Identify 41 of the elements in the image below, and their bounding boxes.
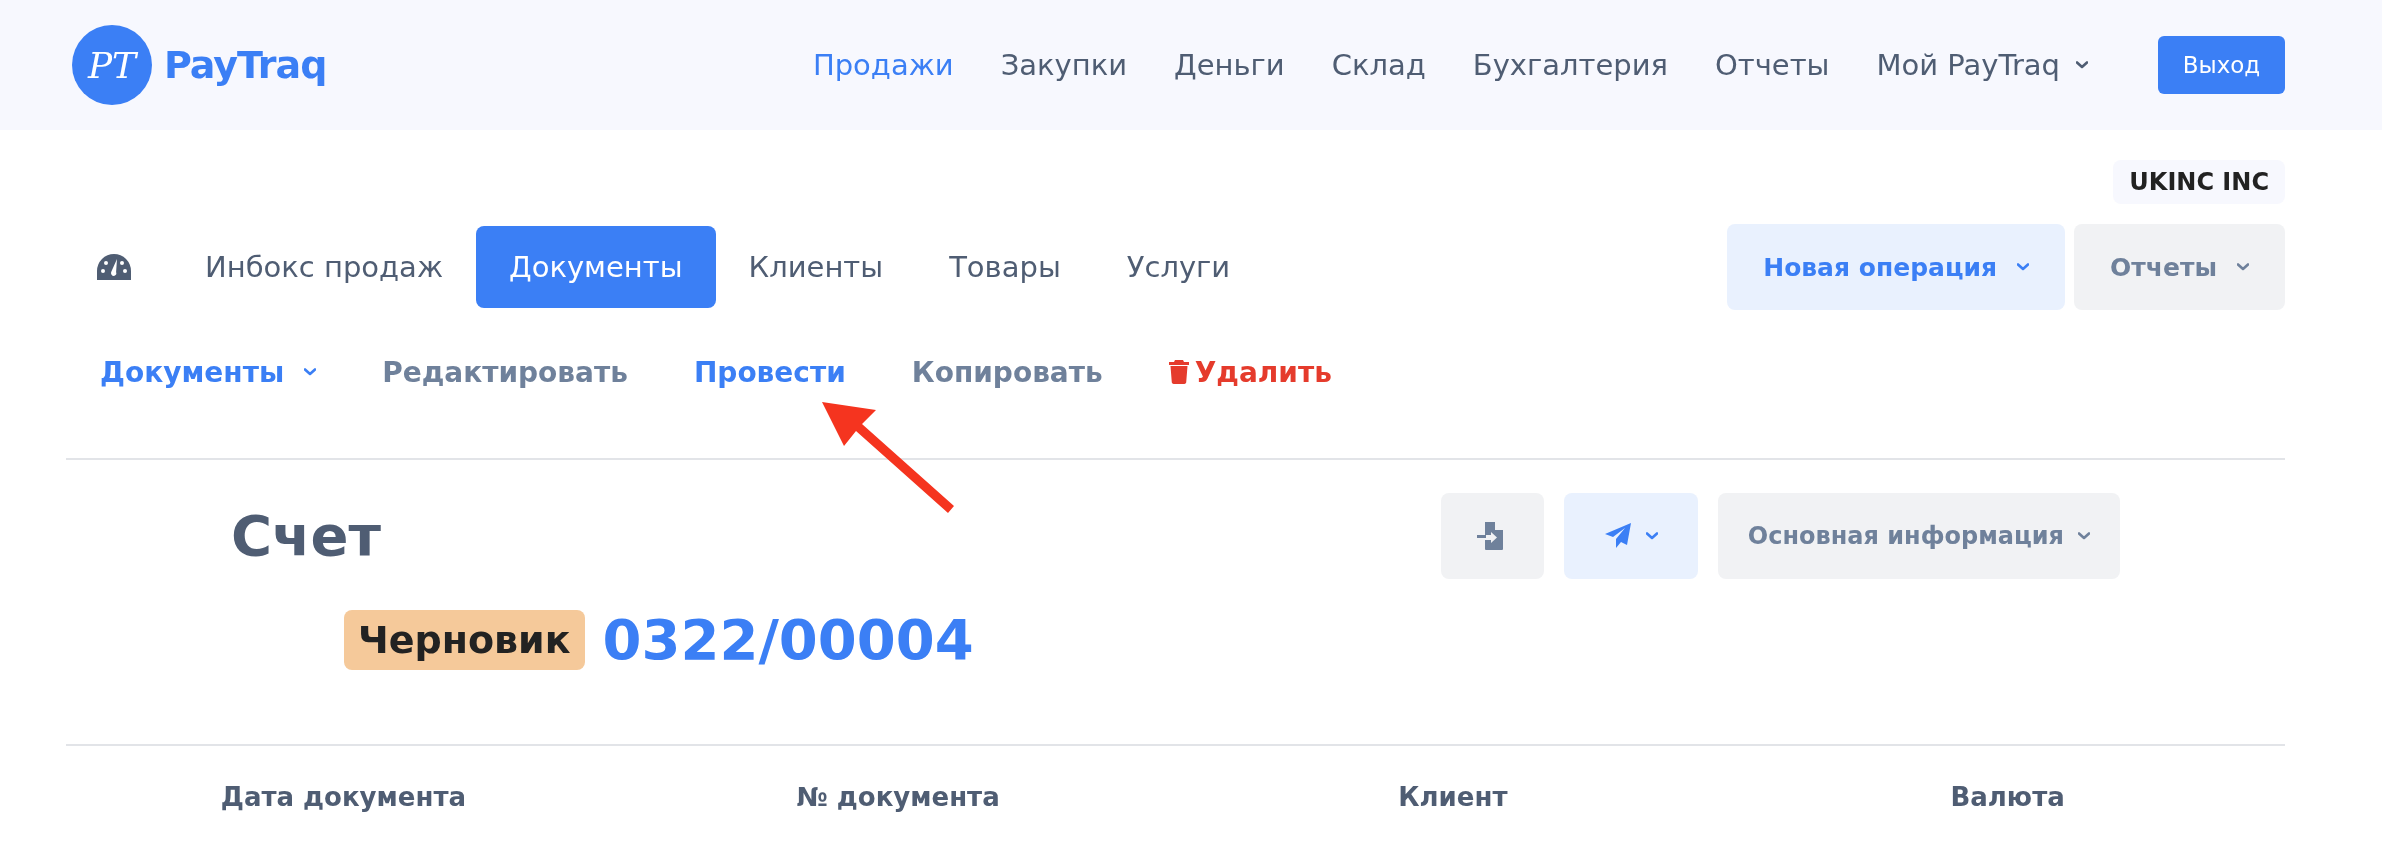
delete-link[interactable]: Удалить xyxy=(1168,355,1332,389)
nav-link[interactable]: Мой PayTraq xyxy=(1876,48,2088,82)
tab[interactable]: Документы xyxy=(476,226,716,308)
nav-link[interactable]: Закупки xyxy=(1000,48,1127,82)
nav-link[interactable]: Деньги xyxy=(1174,48,1285,82)
dropdown-button[interactable]: Новая операция xyxy=(1727,224,2066,310)
nav-link[interactable]: Склад xyxy=(1331,48,1426,82)
nav-link[interactable]: Бухгалтерия xyxy=(1472,48,1668,82)
trash-icon xyxy=(1168,360,1189,384)
dashboard-gauge-icon[interactable] xyxy=(96,252,132,282)
dropdown-button[interactable]: Отчеты xyxy=(2074,224,2285,310)
document-number: 0322/00004 xyxy=(602,607,974,672)
tab[interactable]: Товары xyxy=(916,226,1094,308)
action-link[interactable]: Провести xyxy=(693,355,846,389)
logo-wordmark[interactable]: PayTraq xyxy=(164,43,327,87)
document-title: Счет xyxy=(230,502,382,570)
logout-button[interactable]: Выход xyxy=(2158,36,2285,94)
column-header: № документа xyxy=(796,782,1000,812)
logo-mark[interactable]: PT xyxy=(72,25,152,105)
documents-menu[interactable]: Документы xyxy=(100,355,317,389)
tab[interactable]: Инбокс продаж xyxy=(172,226,477,308)
caret-icon xyxy=(2017,263,2030,271)
status-badge: Черновик xyxy=(344,609,585,670)
action-link[interactable]: Редактировать xyxy=(382,355,628,389)
tab[interactable]: Клиенты xyxy=(715,226,917,308)
paper-plane-icon xyxy=(1603,522,1632,550)
tab[interactable]: Услуги xyxy=(1093,226,1264,308)
column-header: Клиент xyxy=(1398,782,1508,812)
action-link[interactable]: Копировать xyxy=(911,355,1103,389)
company-badge: UKINC INC xyxy=(2113,160,2285,204)
caret-icon xyxy=(1645,532,1658,540)
nav-link[interactable]: Продажи xyxy=(812,48,954,82)
caret-icon xyxy=(2237,263,2249,271)
import-button[interactable] xyxy=(1440,493,1544,579)
caret-icon xyxy=(2078,532,2090,540)
section-dropdown[interactable]: Основная информация xyxy=(1717,493,2120,579)
column-header: Дата документа xyxy=(220,782,466,812)
column-header: Валюта xyxy=(1950,782,2065,812)
caret-icon xyxy=(304,368,317,376)
nav-link[interactable]: Отчеты xyxy=(1715,48,1830,82)
send-button[interactable] xyxy=(1563,493,1698,579)
